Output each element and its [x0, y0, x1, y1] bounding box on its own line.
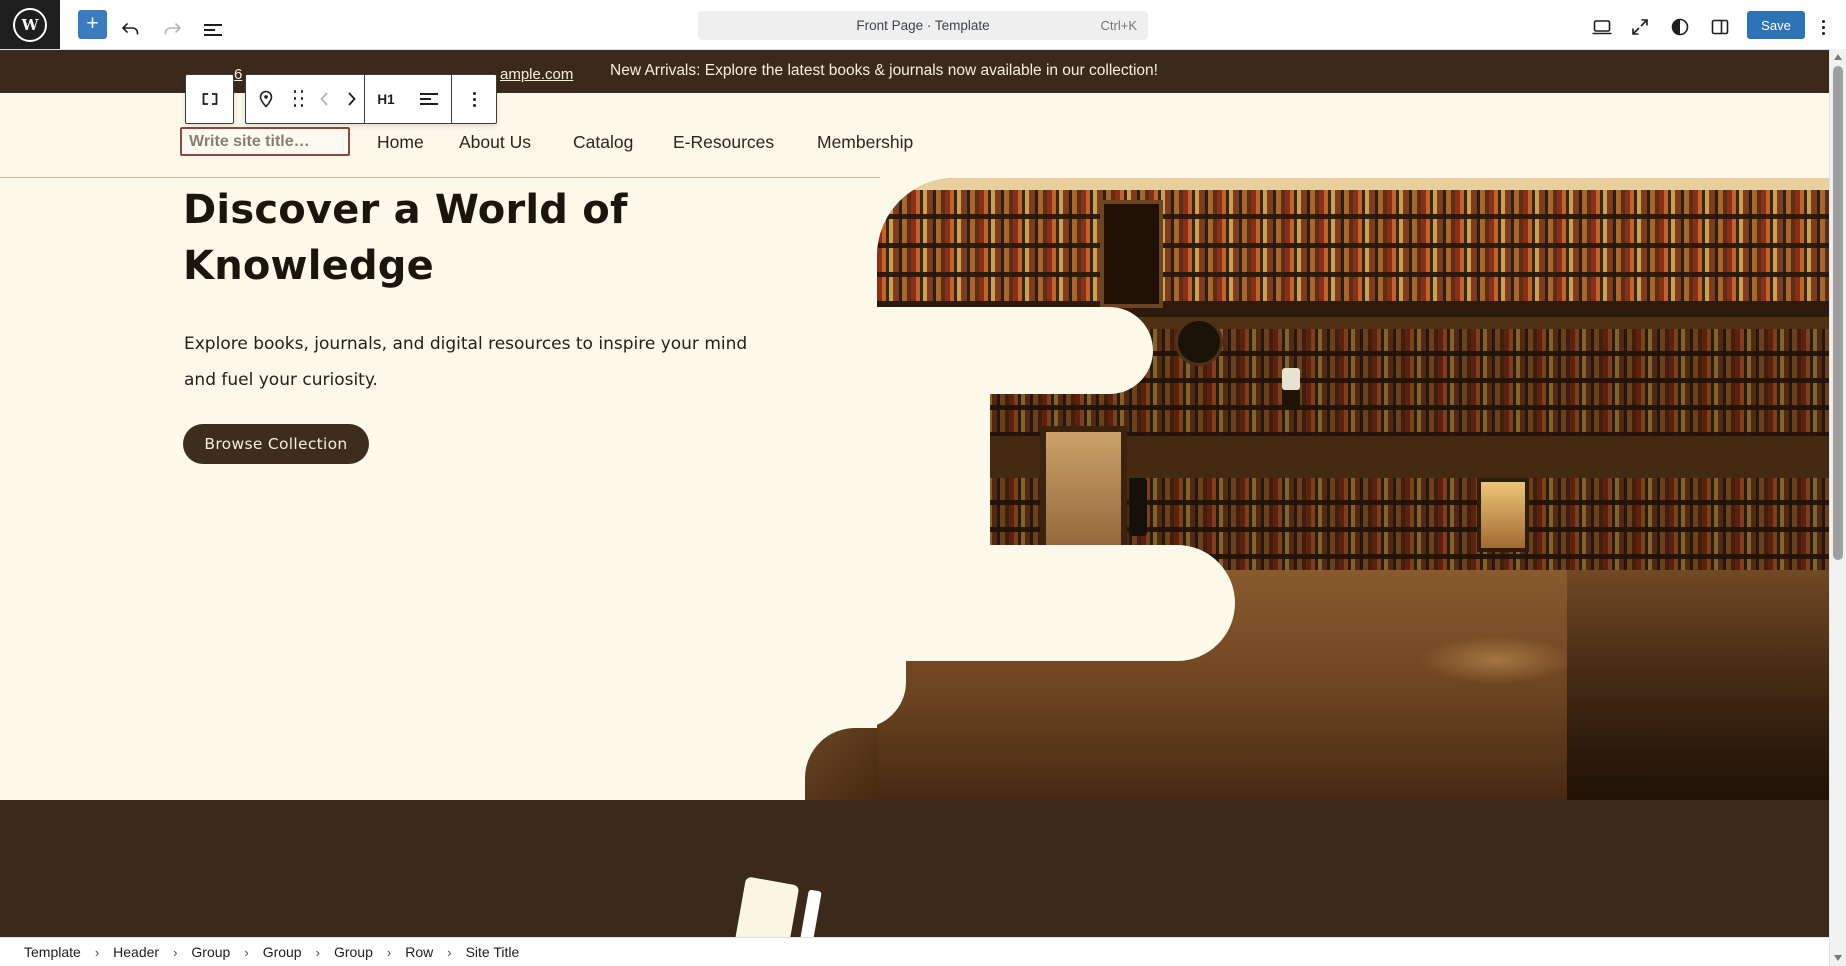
- announcement-text: New Arrivals: Explore the latest books &…: [610, 62, 1158, 80]
- block-parent-selector[interactable]: [185, 74, 234, 124]
- person-silhouette: [1282, 368, 1300, 390]
- breadcrumb-separator: ›: [95, 945, 99, 960]
- nav-item-catalog[interactable]: Catalog: [573, 132, 633, 153]
- vertical-scrollbar[interactable]: [1829, 49, 1846, 966]
- block-inserter-button[interactable]: +: [78, 10, 107, 39]
- site-editor: 6 ample.com New Arrivals: Explore the la…: [0, 0, 1846, 966]
- settings-panel-icon[interactable]: [1703, 10, 1737, 44]
- breadcrumb-separator: ›: [244, 945, 248, 960]
- command-palette[interactable]: Front Page · Template Ctrl+K: [698, 11, 1148, 40]
- scrollbar-thumb[interactable]: [1833, 66, 1843, 560]
- breadcrumb-group[interactable]: Group: [263, 944, 302, 960]
- email-link-fragment[interactable]: ample.com: [500, 66, 573, 83]
- nav-item-home[interactable]: Home: [377, 132, 424, 153]
- person-silhouette: [1282, 390, 1300, 410]
- nav-item-about[interactable]: About Us: [459, 132, 531, 153]
- move-left-icon: [312, 75, 338, 123]
- redo-icon: [155, 13, 189, 47]
- site-title-block-icon[interactable]: [246, 75, 286, 123]
- breadcrumb-separator: ›: [316, 945, 320, 960]
- document-overview-icon[interactable]: [196, 13, 230, 47]
- nav-item-membership[interactable]: Membership: [817, 132, 913, 153]
- book-icon: [725, 876, 854, 937]
- move-right-icon[interactable]: [338, 75, 364, 123]
- save-button[interactable]: Save: [1747, 11, 1805, 39]
- block-toolbar: H1: [245, 74, 497, 124]
- display-kiosk: [1477, 478, 1529, 552]
- view-devices-icon[interactable]: [1585, 10, 1619, 44]
- header-divider: [0, 177, 880, 178]
- nav-item-eresources[interactable]: E-Resources: [673, 132, 774, 153]
- breadcrumb-group[interactable]: Group: [334, 944, 373, 960]
- block-options-icon[interactable]: [452, 75, 496, 123]
- browse-collection-button[interactable]: Browse Collection: [183, 424, 369, 464]
- hero-image-floor-extension: [805, 728, 878, 800]
- breadcrumb-header[interactable]: Header: [113, 944, 159, 960]
- wordpress-logo-icon: W: [13, 8, 47, 42]
- phone-link-fragment[interactable]: 6: [234, 66, 242, 83]
- breadcrumb-row[interactable]: Row: [405, 944, 433, 960]
- breadcrumb-separator: ›: [173, 945, 177, 960]
- breadcrumb-site-title: Site Title: [466, 944, 520, 960]
- hero-heading: Discover a World of Knowledge: [183, 182, 763, 294]
- fullscreen-icon[interactable]: [1623, 10, 1657, 44]
- scroll-up-icon[interactable]: [1834, 54, 1842, 60]
- editor-top-bar: W + Front Page · Template Ctrl+K Save: [0, 0, 1846, 50]
- site-footer: [0, 800, 1846, 937]
- undo-icon[interactable]: [114, 13, 148, 47]
- hero-library-image: [877, 178, 1846, 800]
- reading-desks: [1567, 570, 1846, 800]
- hero-description: Explore books, journals, and digital res…: [184, 326, 784, 398]
- breadcrumb-template[interactable]: Template: [24, 944, 81, 960]
- breadcrumb-separator: ›: [387, 945, 391, 960]
- scroll-down-icon[interactable]: [1834, 955, 1842, 961]
- breadcrumb-separator: ›: [447, 945, 451, 960]
- drag-handle-icon[interactable]: [286, 75, 312, 123]
- library-door: [1100, 200, 1163, 308]
- cream-cutout: [877, 545, 1235, 661]
- row-block-icon[interactable]: [187, 75, 233, 123]
- command-shortcut: Ctrl+K: [1101, 18, 1137, 33]
- library-clock: [1175, 318, 1223, 366]
- cream-cutout: [877, 393, 990, 546]
- wordpress-menu[interactable]: W: [0, 0, 60, 49]
- cream-cutout: [877, 307, 1153, 394]
- site-title-input[interactable]: Write site title…: [180, 127, 350, 156]
- document-title: Front Page · Template: [856, 18, 989, 33]
- align-text-icon[interactable]: [407, 75, 451, 123]
- person-silhouette: [1130, 478, 1147, 536]
- options-menu-icon[interactable]: [1806, 10, 1840, 44]
- breadcrumb-group[interactable]: Group: [191, 944, 230, 960]
- styles-icon[interactable]: [1663, 10, 1697, 44]
- heading-level-button[interactable]: H1: [365, 75, 407, 123]
- block-breadcrumb-bar: Template › Header › Group › Group › Grou…: [0, 937, 1846, 966]
